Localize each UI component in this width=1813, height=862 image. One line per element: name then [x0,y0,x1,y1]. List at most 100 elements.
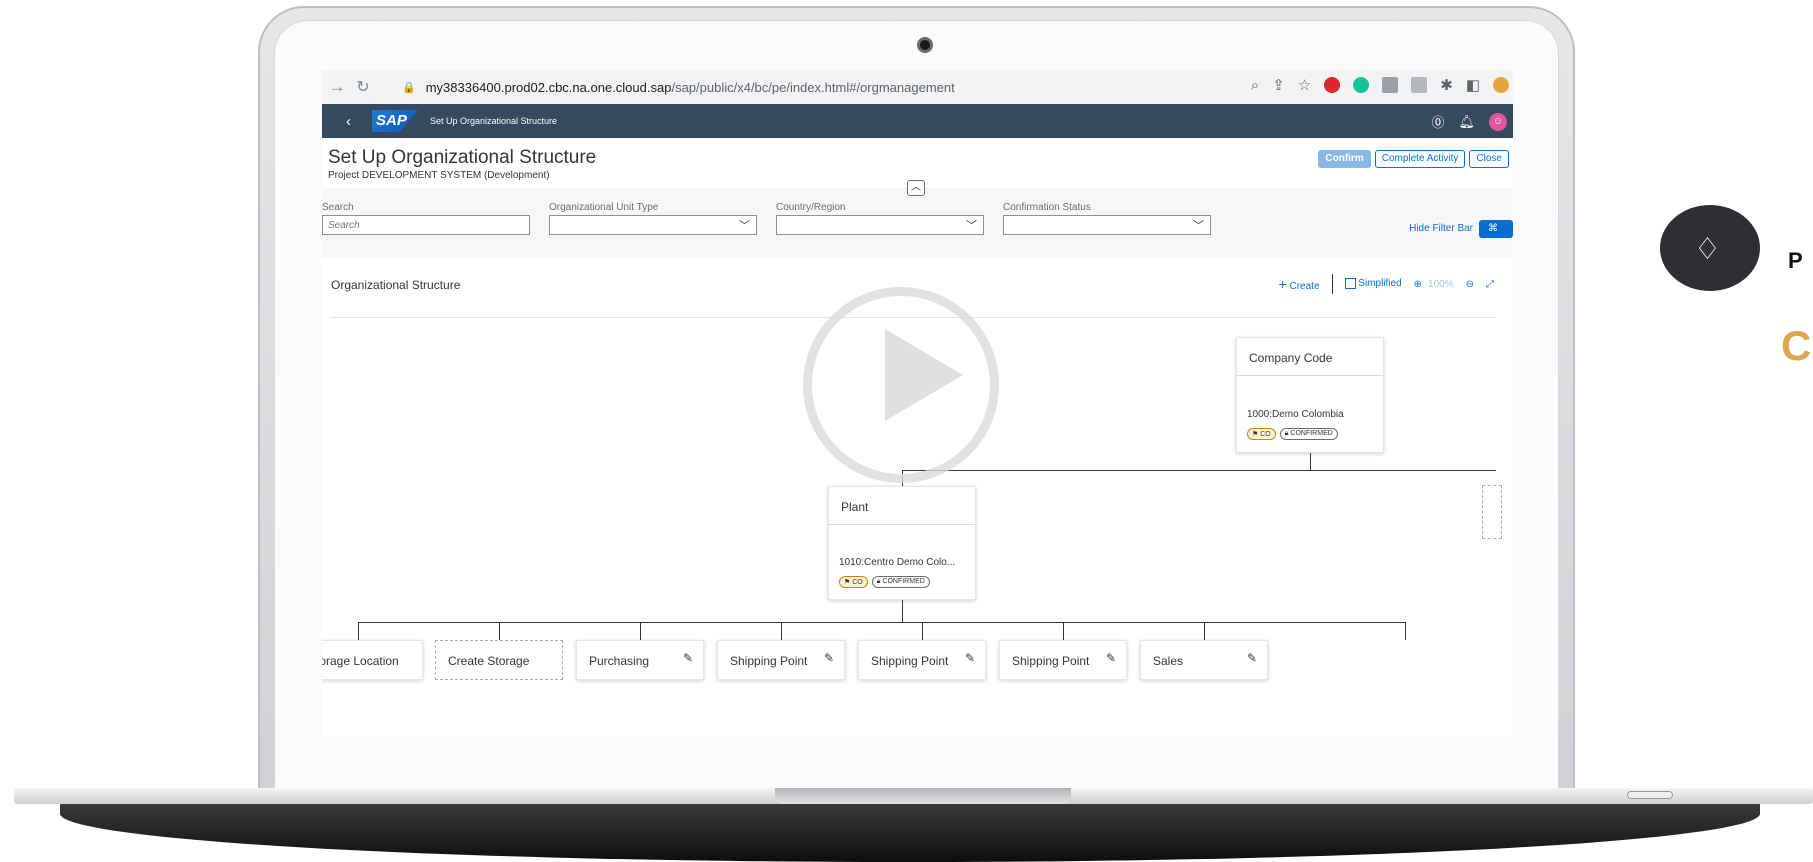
filter-view-toggle-icon[interactable]: ⌘ [1479,220,1513,238]
play-icon [885,329,963,421]
company-code-node[interactable]: Company Code 1000:Demo Colombia ⚑ CO 🔒︎ … [1236,337,1384,453]
placeholder-node[interactable] [1482,485,1502,539]
purchasing-node[interactable]: Purchasing ✎ [576,640,704,680]
status-filter: Confirmation Status ﹀ [1003,202,1211,235]
zoom-level: 100% [1428,278,1454,290]
chart-toolbar: + Create Simplified ⊕ 100% ⊖ ⤢ [1279,274,1494,294]
laptop-bottom [60,804,1760,862]
bell-icon[interactable]: 🔔︎ [1458,114,1475,130]
connector-line [358,622,1406,623]
connector-line [902,470,1496,471]
url-host: my38336400.prod02.cbc.na.one.cloud.sap [425,79,672,95]
country-filter: Country/Region ﹀ [776,202,984,235]
address-bar[interactable]: 🔒 my38336400.prod02.cbc.na.one.cloud.sap… [392,75,1322,99]
laptop-hinge [775,788,1071,804]
sap-logo[interactable]: SAP [372,110,418,132]
node-label: Shipping Point [730,654,808,668]
sidebar-icon[interactable]: ◧ [1466,76,1480,94]
sales-node[interactable]: Sales ✎ [1140,640,1268,680]
back-arrow-icon[interactable]: ‹ [346,113,372,130]
side-heading: P [1788,248,1803,273]
page-title: Set Up Organizational Structure [328,147,597,168]
pencil-icon[interactable]: ✎ [683,651,693,665]
node-label: Purchasing [589,654,650,668]
search-filter: Search Search [322,202,530,235]
shipping-point-node[interactable]: Shipping Point ✎ [999,640,1127,680]
pencil-icon[interactable]: ✎ [1247,651,1257,665]
create-storage-node[interactable]: Create Storage [435,640,563,680]
shipping-point-node[interactable]: Shipping Point ✎ [717,640,845,680]
reload-icon[interactable]: ↻ [350,77,376,97]
checkbox-box [1344,278,1356,290]
video-thumbnail: → ↻ 🔒 my38336400.prod02.cbc.na.one.cloud… [0,0,1813,862]
simplified-checkbox[interactable]: Simplified [1344,278,1402,290]
toolbar-divider [1331,274,1333,294]
company-code-title: Company Code [1237,338,1383,376]
zoom-in-icon[interactable]: ⊕ [1414,279,1422,290]
share-icon[interactable]: ⇪ [1272,76,1285,94]
sap-shellbar: ‹ SAP Set Up Organizational Structure ⓪ … [322,104,1513,138]
diamond-icon: ♢ [1694,233,1721,266]
avatar[interactable]: ☺ [1489,112,1507,131]
zoom-out-icon[interactable]: ⊖ [1466,279,1474,290]
plant-node[interactable]: Plant 1010:Centro Demo Colo... ⚑ CO 🔒︎ C… [828,486,976,600]
country-tag-text: CO [852,579,863,586]
org-unit-label: Organizational Unit Type [549,202,659,213]
status-tag-text: CONFIRMED [882,578,925,585]
profile-icon[interactable] [1493,77,1509,93]
plant-value: 1010:Centro Demo Colo... [839,557,956,568]
org-unit-select[interactable]: ﹀ [549,215,757,235]
connector-line [1310,453,1311,470]
star-icon[interactable]: ☆ [1298,76,1311,94]
company-code-tags: ⚑ CO 🔒︎ CONFIRMED [1247,428,1338,440]
pencil-icon[interactable]: ✎ [824,651,834,665]
pencil-icon[interactable]: ✎ [965,651,975,665]
country-tag: ⚑ CO [1247,428,1276,440]
confirm-button[interactable]: Confirm [1318,150,1371,168]
search-icon[interactable]: ⌕ [1251,77,1259,94]
puzzle-icon[interactable]: ✱ [1440,76,1453,94]
node-label: Shipping Point [1012,654,1090,668]
extension-icon-2[interactable] [1411,77,1428,93]
side-accent-text: C [1781,322,1812,369]
chevron-down-icon: ﹀ [1193,220,1204,232]
org-unit-filter: Organizational Unit Type ﹀ [549,202,757,235]
storage-location-node[interactable]: Storage Location [322,640,423,680]
complete-activity-button[interactable]: Complete Activity [1374,150,1466,168]
hide-filter-bar-link[interactable]: Hide Filter Bar [1409,223,1473,234]
panel-title: Organizational Structure [331,278,461,292]
extension-icon[interactable] [1382,77,1399,93]
country-select[interactable]: ﹀ [776,215,984,235]
shipping-point-node[interactable]: Shipping Point ✎ [858,640,986,680]
simplified-label: Simplified [1358,278,1402,290]
node-label: Shipping Point [871,654,949,668]
country-label: Country/Region [776,202,846,213]
browser-extension-icons: ⌕ ⇪ ☆ ✱ ◧ [1251,76,1509,94]
chevron-down-icon: ﹀ [966,220,977,232]
connector-line [1204,622,1205,640]
forward-arrow-icon[interactable]: → [324,77,350,97]
collapse-header-button[interactable]: ︿ [907,180,925,196]
url-path: /sap/public/x4/bc/pe/index.html#/orgmana… [671,79,955,95]
fullscreen-icon[interactable]: ⤢ [1486,279,1494,290]
plus-icon: + [1278,276,1287,292]
filter-bar: ︿ Search Search Organizational Unit Type… [322,180,1513,250]
node-label: Sales [1153,654,1184,668]
connector-line [499,622,500,640]
country-tag-text: CO [1260,431,1271,438]
opera-extension-icon[interactable] [1324,77,1341,93]
connector-line [902,600,903,622]
status-tag: 🔒︎ CONFIRMED [1279,428,1338,440]
pencil-icon[interactable]: ✎ [1106,651,1116,665]
lock-icon: 🔒 [402,81,416,94]
plant-tags: ⚑ CO 🔒︎ CONFIRMED [839,576,930,588]
grammarly-extension-icon[interactable] [1353,77,1370,93]
camera-icon [917,37,933,53]
close-button[interactable]: Close [1469,150,1509,168]
search-label: Search [322,202,354,213]
help-icon[interactable]: ⓪ [1431,112,1444,131]
create-button[interactable]: + Create [1279,276,1320,292]
status-select[interactable]: ﹀ [1003,215,1211,235]
search-input[interactable]: Search [322,215,530,235]
connector-line [640,622,641,640]
